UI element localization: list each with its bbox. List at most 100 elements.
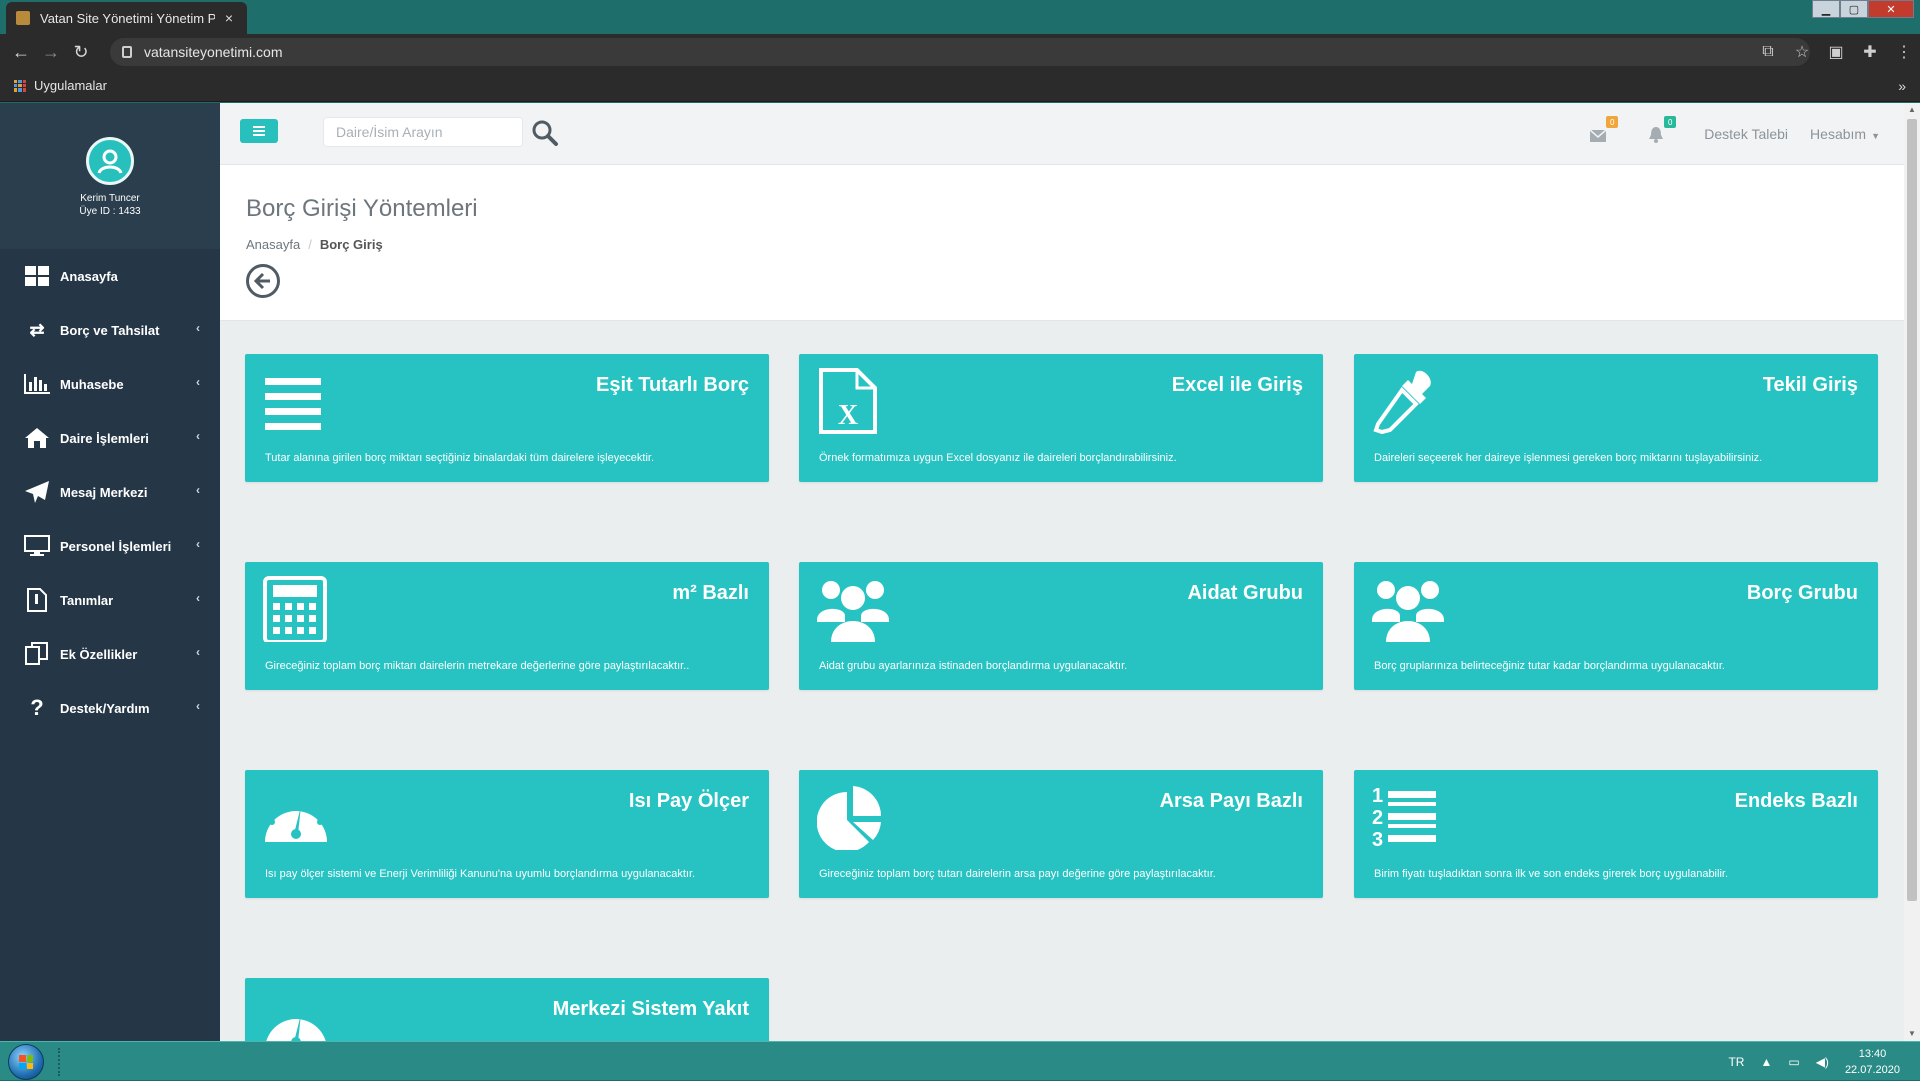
back-arrow-icon[interactable]: ← — [6, 37, 36, 67]
sidebar-item-ek-ozellikler[interactable]: Ek Özellikler ‹ — [0, 627, 220, 681]
scroll-thumb[interactable] — [1907, 119, 1917, 901]
exchange-icon: ⇄ — [29, 319, 45, 340]
card-arsa-payi-bazli[interactable]: Arsa Payı Bazlı Gireceğiniz toplam borç … — [799, 770, 1323, 898]
card-description: Daireleri seçeerek her daireye işlenmesi… — [1374, 452, 1763, 464]
sidebar-item-borc-tahsilat[interactable]: ⇄ Borç ve Tahsilat ‹ — [0, 303, 220, 357]
clock-date: 22.07.2020 — [1844, 1063, 1900, 1076]
windows-logo-icon — [19, 1055, 33, 1069]
sidebar-item-tanimlar[interactable]: Tanımlar ‹ — [0, 573, 220, 627]
maximize-icon[interactable]: ▢ — [1840, 0, 1868, 18]
sidebar-item-label: Muhasebe — [60, 376, 124, 392]
breadcrumb-home[interactable]: Anasayfa — [246, 237, 300, 252]
chevron-left-icon: ‹ — [196, 537, 200, 551]
calculator-icon — [263, 576, 327, 642]
sidebar-item-daire-islemleri[interactable]: Daire İşlemleri ‹ — [0, 411, 220, 465]
chevron-left-icon: ‹ — [196, 699, 200, 713]
card-isi-pay-olcer[interactable]: Isı Pay Ölçer Isı pay ölçer sistemi ve E… — [245, 770, 769, 898]
camera-icon[interactable]: ▣ — [1826, 42, 1846, 62]
page-header: Borç Girişi Yöntemleri Anasayfa / Borç Gir… — [220, 165, 1904, 321]
svg-text:3: 3 — [1372, 829, 1383, 850]
user-name: Kerim Tuncer — [80, 193, 140, 204]
question-icon: ? — [30, 695, 44, 720]
account-menu[interactable]: Hesabım ▼ — [1810, 126, 1880, 142]
sidebar-item-label: Personel İşlemleri — [60, 538, 172, 554]
card-description: Borç gruplarınıza belirteceğiniz tutar k… — [1374, 660, 1725, 672]
mail-notification[interactable]: 0 — [1590, 116, 1619, 144]
account-menu-label: Hesabım — [1810, 126, 1867, 142]
address-bar[interactable]: vatansiteyonetimi.com — [110, 38, 1810, 66]
card-aidat-grubu[interactable]: Aidat Grubu Aidat grubu ayarlarınıza ist… — [799, 562, 1323, 690]
sidebar-item-label: Destek/Yardım — [60, 700, 150, 716]
chevron-left-icon: ‹ — [196, 645, 200, 659]
breadcrumb-separator: / — [308, 237, 312, 252]
sidebar-item-personel-islemleri[interactable]: Personel İşlemleri ‹ — [0, 519, 220, 573]
start-button[interactable] — [8, 1044, 44, 1080]
lock-icon — [122, 46, 132, 58]
card-title: m² Bazlı — [672, 582, 749, 604]
document-icon — [24, 588, 50, 612]
scroll-down-icon[interactable]: ▼ — [1904, 1027, 1920, 1041]
browser-tab[interactable]: Vatan Site Yönetimi Yönetim Pro × — [6, 2, 247, 34]
browser-toolbar: ← → ↻ vatansiteyonetimi.com ⧉ ☆ ▣ ✚ ⋮ — [0, 34, 1920, 70]
card-title: Tekil Giriş — [1762, 374, 1858, 396]
sidebar-item-muhasebe[interactable]: Muhasebe ‹ — [0, 357, 220, 411]
card-endeks-bazli[interactable]: 123 Endeks Bazlı Birim fiyatı tuşladıkta… — [1354, 770, 1878, 898]
mail-badge: 0 — [1606, 116, 1619, 128]
translate-icon[interactable]: ⧉ — [1758, 43, 1778, 61]
card-title: Isı Pay Ölçer — [628, 790, 749, 812]
paper-plane-icon — [24, 481, 50, 503]
star-icon[interactable]: ☆ — [1792, 42, 1812, 62]
page-scrollbar[interactable]: ▲ ▼ — [1904, 103, 1920, 1041]
bell-badge: 0 — [1664, 116, 1677, 128]
browser-menu-icon[interactable]: ⋮ — [1894, 42, 1914, 62]
scroll-up-icon[interactable]: ▲ — [1904, 103, 1920, 117]
back-button[interactable] — [246, 264, 280, 298]
language-indicator[interactable]: TR — [1728, 1055, 1744, 1069]
card-m2-bazli[interactable]: m² Bazlı Gireceğiniz toplam borç miktarı… — [245, 562, 769, 690]
window-close-icon[interactable]: ✕ — [1868, 0, 1914, 18]
chevron-left-icon: ‹ — [196, 321, 200, 335]
caret-down-icon: ▼ — [1871, 131, 1880, 141]
minimize-icon[interactable]: ▁ — [1812, 0, 1840, 18]
users-icon — [1372, 581, 1444, 642]
card-excel-ile-giris[interactable]: X Excel ile Giriş Örnek formatımıza uygu… — [799, 354, 1323, 482]
top-right-actions: 0 0 Destek Talebi Hesabım ▼ — [1590, 103, 1880, 165]
card-borc-grubu[interactable]: Borç Grubu Borç gruplarınıza belirteceği… — [1354, 562, 1878, 690]
monitor-icon — [24, 535, 50, 557]
support-request-link[interactable]: Destek Talebi — [1704, 126, 1788, 142]
chevron-left-icon: ‹ — [196, 375, 200, 389]
excel-file-icon: X — [819, 368, 877, 434]
bell-notification[interactable]: 0 — [1648, 116, 1677, 144]
network-icon[interactable]: ▭ — [1788, 1055, 1799, 1069]
forward-arrow-icon[interactable]: → — [36, 37, 66, 67]
bookmarks-overflow-icon[interactable]: » — [1898, 78, 1906, 94]
gauge-icon — [265, 793, 327, 842]
card-description: Örnek formatımıza uygun Excel dosyanız i… — [819, 452, 1177, 464]
sidebar-item-mesaj-merkezi[interactable]: Mesaj Merkezi ‹ — [0, 465, 220, 519]
clock[interactable]: 13:40 22.07.2020 — [1845, 1046, 1900, 1078]
search-icon[interactable] — [532, 120, 558, 146]
card-description: Birim fiyatı tuşladıktan sonra ilk ve so… — [1374, 868, 1729, 880]
card-description: Gireceğiniz toplam borç tutarı daireleri… — [819, 868, 1216, 880]
card-esit-tutarli-borc[interactable]: Eşit Tutarlı Borç Tutar alanına girilen … — [245, 354, 769, 482]
breadcrumb-current: Borç Giriş — [319, 237, 383, 252]
volume-icon[interactable]: ◀) — [1816, 1055, 1829, 1069]
svg-text:X: X — [838, 400, 858, 431]
tray-expand-icon[interactable]: ▲ — [1760, 1055, 1772, 1069]
sidebar-item-label: Tanımlar — [60, 592, 114, 608]
sidebar-item-anasayfa[interactable]: Anasayfa — [0, 249, 220, 303]
tab-close-icon[interactable]: × — [221, 10, 237, 26]
svg-text:1: 1 — [1372, 785, 1383, 807]
extensions-icon[interactable]: ✚ — [1860, 42, 1880, 62]
card-description: Tutar alanına girilen borç miktarı seçti… — [265, 452, 655, 464]
card-merkezi-sistem-yakit[interactable]: Merkezi Sistem Yakıt — [245, 978, 769, 1041]
user-id: Üye ID : 1433 — [79, 206, 141, 217]
copy-icon — [24, 642, 50, 665]
reload-icon[interactable]: ↻ — [66, 37, 96, 67]
avatar[interactable] — [86, 137, 134, 185]
apps-bookmark[interactable]: Uygulamalar — [34, 78, 107, 93]
sidebar-item-destek-yardim[interactable]: ? Destek/Yardım ‹ — [0, 681, 220, 735]
search-input[interactable] — [323, 117, 523, 147]
menu-toggle-button[interactable] — [240, 119, 278, 143]
card-tekil-giris[interactable]: Tekil Giriş Daireleri seçeerek her daire… — [1354, 354, 1878, 482]
